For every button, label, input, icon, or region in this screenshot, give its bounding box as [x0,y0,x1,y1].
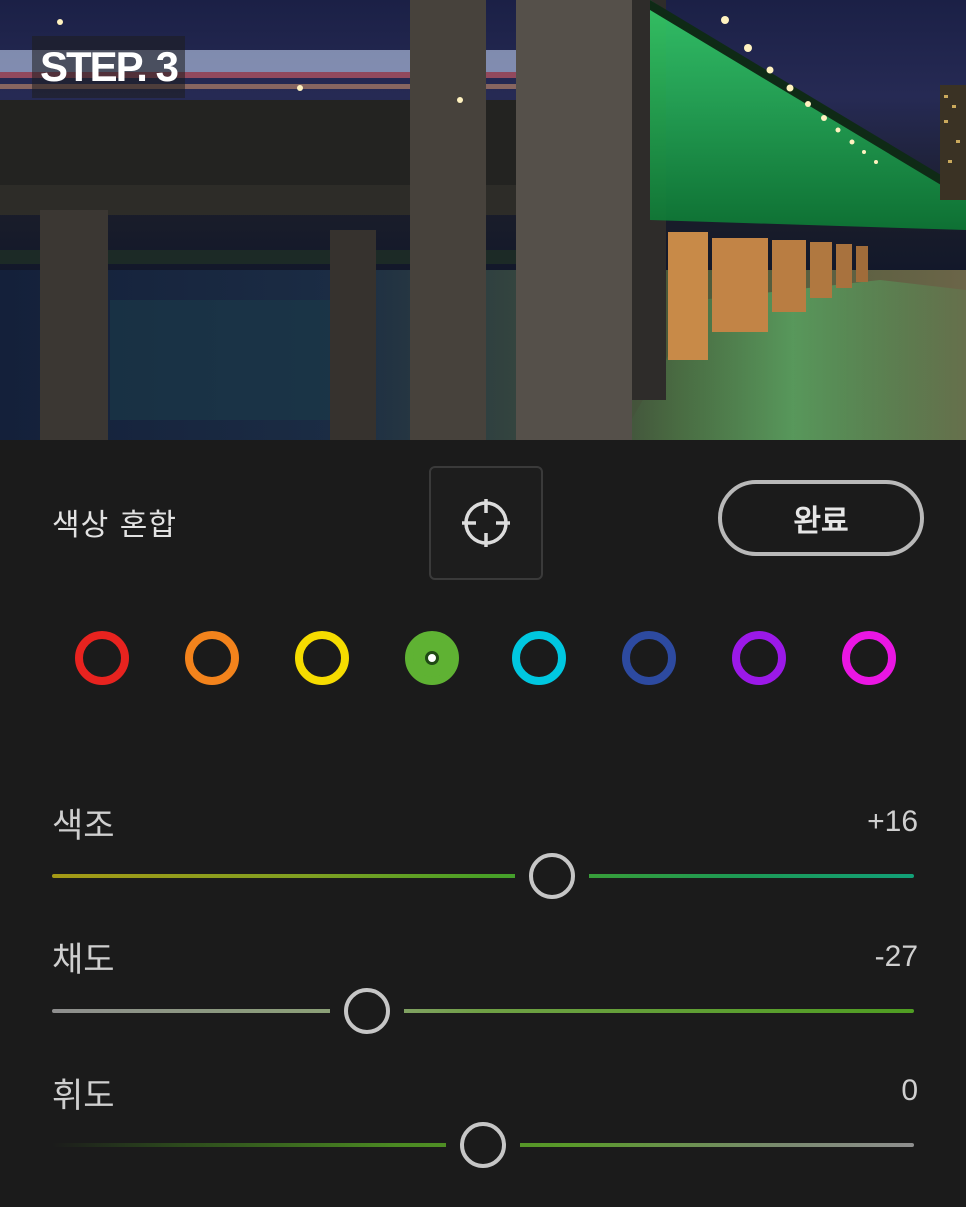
swatch-green[interactable] [405,631,459,685]
swatch-orange[interactable] [185,631,239,685]
hue-slider-track[interactable] [52,874,914,878]
color-mix-screen: STEP. 3 색상 혼합 완료 색조 +16 채도 -27 휘도 0 [0,0,966,1207]
luminance-label: 휘도 [52,1076,115,1116]
swatch-magenta[interactable] [842,631,896,685]
swatch-aqua[interactable] [512,631,566,685]
swatch-red[interactable] [75,631,129,685]
swatch-purple[interactable] [732,631,786,685]
target-adjustment-button[interactable] [429,466,543,580]
hue-value: +16 [867,805,918,838]
color-swatch-row [0,631,966,685]
saturation-slider-track[interactable] [52,1009,914,1013]
done-button[interactable]: 완료 [718,480,924,556]
color-mix-title: 색상 혼합 [52,508,177,543]
swatch-blue[interactable] [622,631,676,685]
luminance-value: 0 [901,1074,918,1107]
hue-slider-thumb[interactable] [528,853,575,899]
hue-label: 색조 [52,806,115,846]
step-badge: STEP. 3 [32,36,185,98]
saturation-label: 채도 [52,940,115,980]
luminance-slider-thumb[interactable] [460,1122,506,1168]
selected-indicator [425,651,439,665]
target-crosshair-icon [462,499,510,547]
photo-preview: STEP. 3 [0,0,966,440]
saturation-slider-thumb[interactable] [343,988,390,1034]
saturation-value: -27 [874,940,918,973]
swatch-yellow[interactable] [295,631,349,685]
